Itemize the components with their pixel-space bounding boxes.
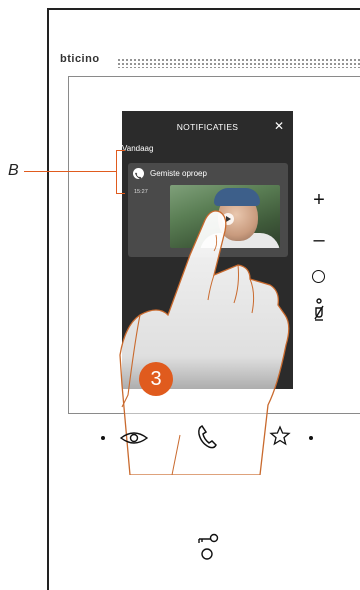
section-label: Vandaag [122,144,154,153]
eye-icon[interactable] [119,430,149,446]
callout-bracket [116,150,125,194]
pointing-hand-illustration [119,210,290,475]
key-icon[interactable] [196,532,222,562]
indicator-dot-left [101,436,105,440]
handset-icon[interactable] [196,424,218,450]
device-left-edge [47,8,49,590]
volume-down-button[interactable]: – [309,230,329,250]
callout-label: B [8,162,19,179]
star-icon[interactable] [269,425,291,447]
device-top-edge [47,8,360,10]
speaker-grille [117,58,360,68]
volume-up-button[interactable]: + [309,190,329,210]
answer-ring-icon[interactable] [312,270,325,283]
indicator-dot-right [309,436,313,440]
step-badge: 3 [139,362,173,396]
callout-line [24,171,116,172]
brand-logo: bticino [60,53,100,65]
screen-title: NOTIFICATIES [176,122,239,132]
close-icon[interactable]: ✕ [272,119,286,133]
mic-mute-icon[interactable] [312,298,326,324]
